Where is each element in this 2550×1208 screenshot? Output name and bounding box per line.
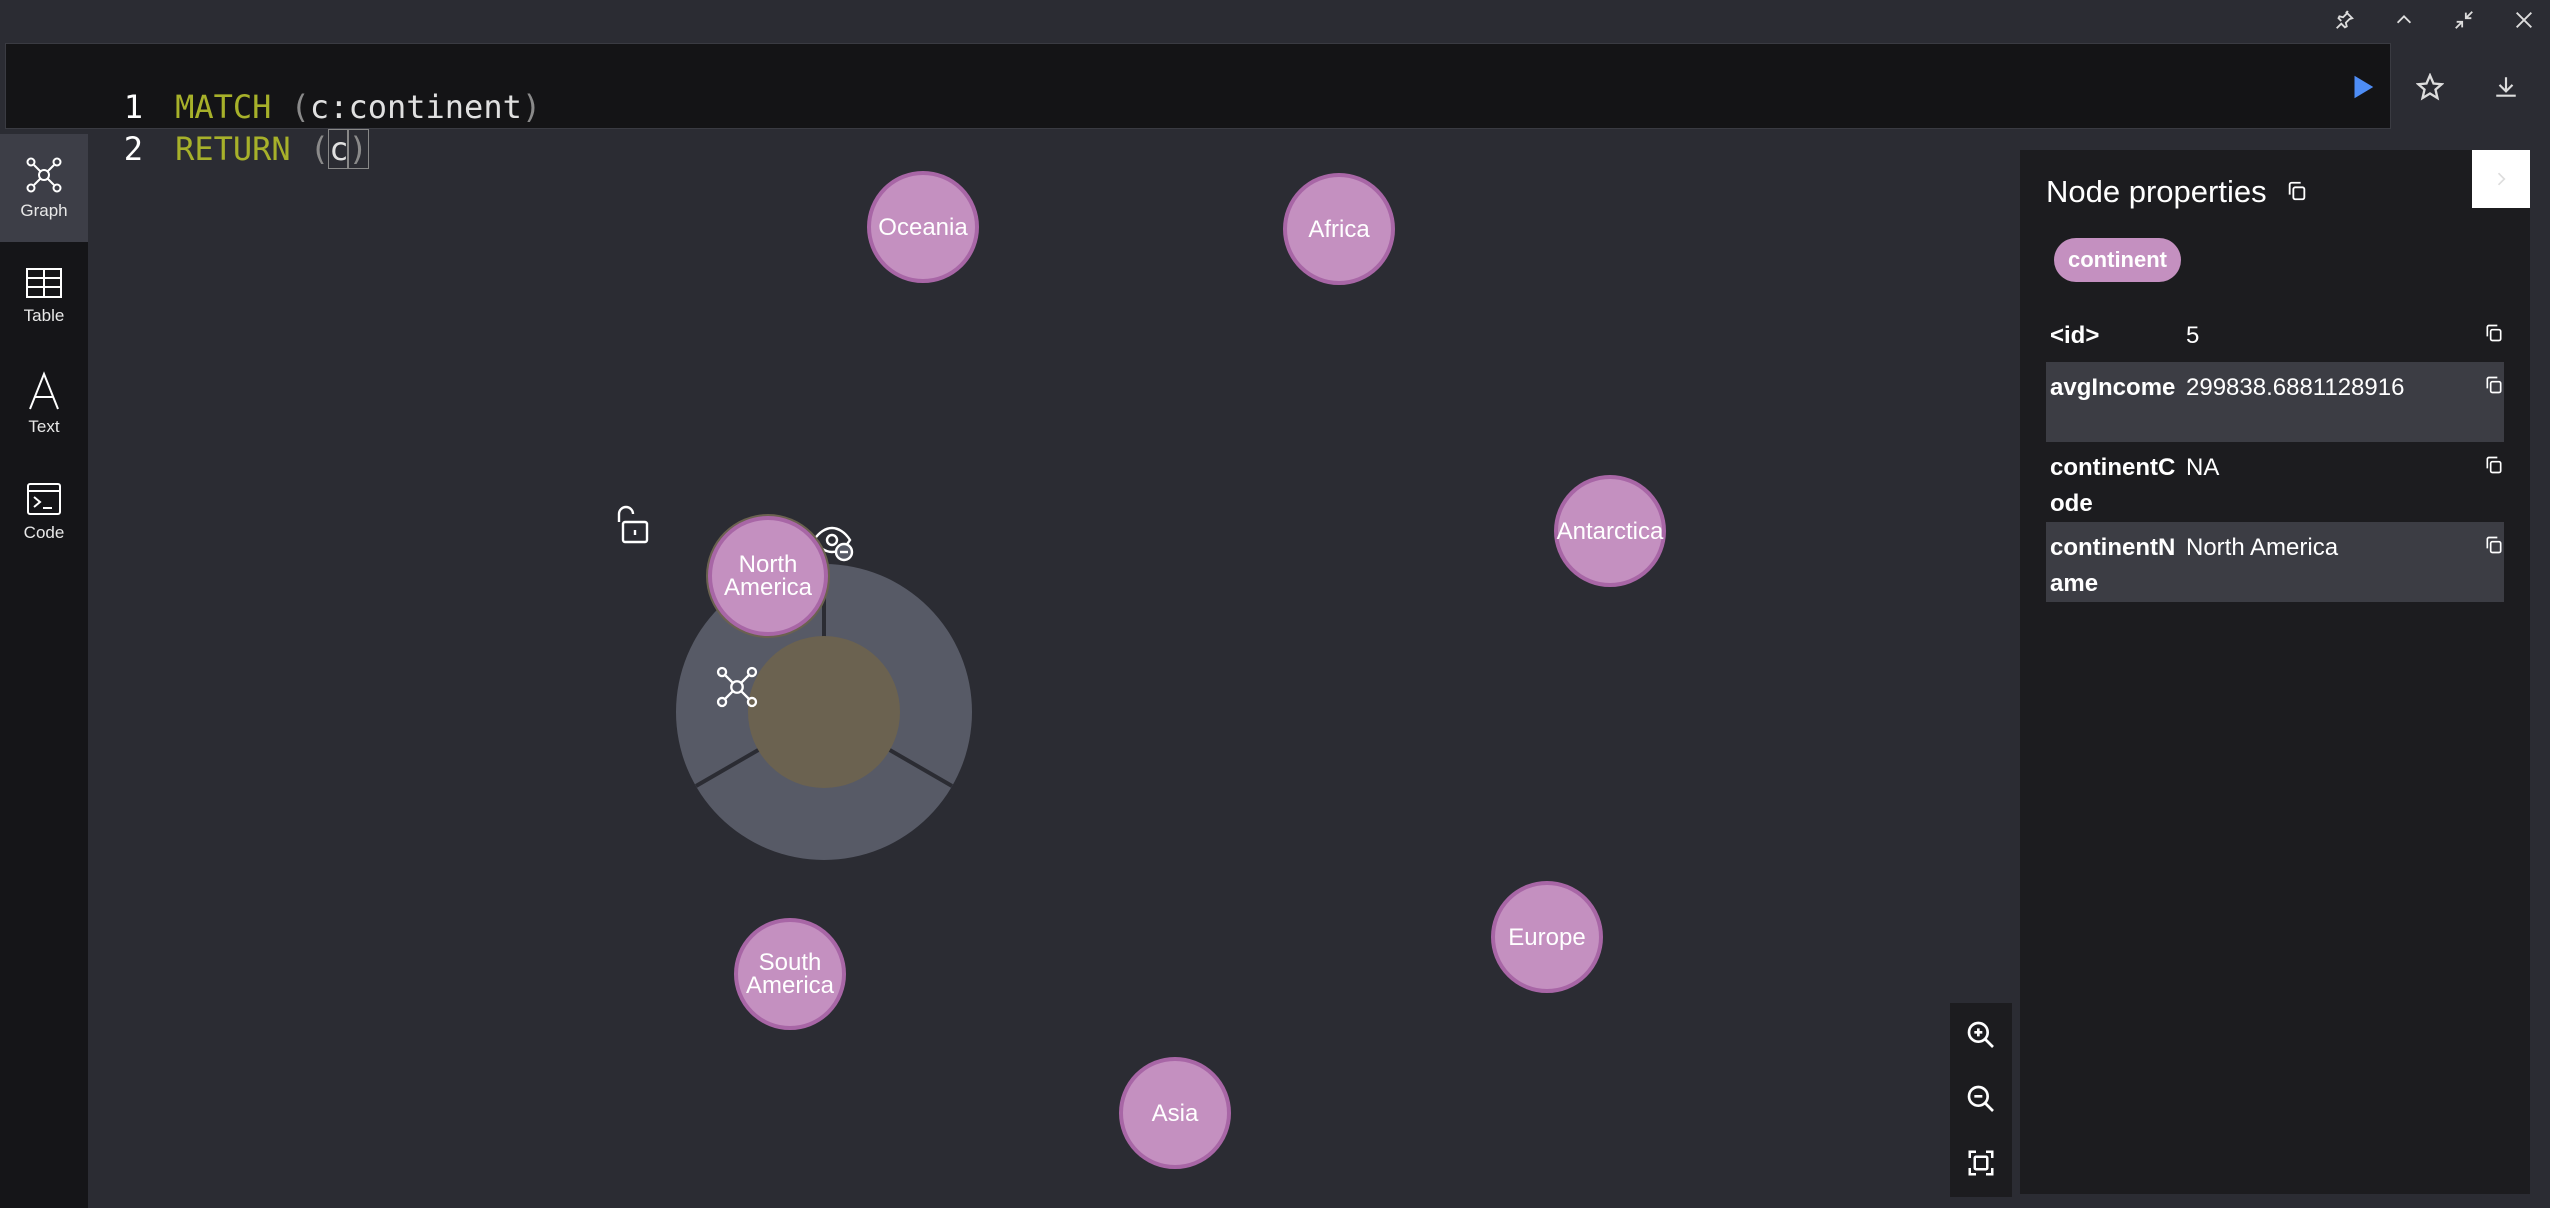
graph-node[interactable]: Africa [1283, 173, 1395, 285]
graph-node[interactable]: Asia [1119, 1057, 1231, 1169]
download-icon [2496, 77, 2516, 97]
sidebar-item-label: Table [23, 306, 65, 325]
chevron-up-icon [2396, 15, 2412, 24]
unlock-button[interactable] [610, 502, 654, 546]
sidebar-item-label: Text [28, 417, 60, 436]
zoom-in-icon [1967, 1021, 1994, 1048]
sidebar-item-code[interactable]: Code [0, 458, 88, 566]
minimize-arrows-icon [2455, 11, 2473, 29]
zoom-out-icon [1967, 1085, 1994, 1112]
property-key: avgIncome [2050, 374, 2176, 401]
query-editor[interactable]: 1 MATCH (c:continent) 2 RETURN (c) [5, 43, 2391, 169]
download-button[interactable] [2484, 65, 2528, 109]
text-icon [29, 371, 59, 410]
panel-title: Node properties [2046, 174, 2267, 209]
property-value: NA [2186, 454, 2220, 481]
copy-icon [2486, 456, 2502, 474]
graph-node[interactable]: Europe [1491, 881, 1603, 993]
property-value: 299838.6881128916 [2186, 374, 2405, 401]
property-value: 5 [2186, 322, 2200, 349]
star-icon [2416, 73, 2444, 101]
close-button[interactable] [2502, 4, 2546, 36]
sidebar-item-label: Code [23, 523, 65, 542]
graph-canvas[interactable]: Oceania Africa Antarctica North America … [88, 134, 2020, 1208]
property-key: continentCode [2050, 454, 2176, 517]
collapse-editor-button[interactable] [2382, 4, 2426, 36]
pin-icon [2336, 10, 2354, 29]
favorite-button[interactable] [2408, 65, 2452, 109]
close-icon [2516, 12, 2532, 28]
graph-node[interactable]: South America [734, 918, 846, 1030]
copy-all-button[interactable] [2286, 180, 2308, 207]
title-bar [0, 0, 2550, 40]
property-row: <id> 5 [2046, 310, 2504, 362]
copy-icon [2288, 181, 2306, 201]
collapse-panel-button[interactable] [2472, 150, 2530, 208]
sidebar-item-label: Graph [20, 201, 68, 220]
expand-node-button[interactable] [714, 664, 760, 710]
copy-icon [2486, 324, 2502, 342]
zoom-in-button[interactable] [1950, 1003, 2012, 1067]
property-key: <id> [2050, 322, 2100, 349]
graph-node[interactable]: Antarctica [1554, 475, 1666, 587]
unlock-icon [617, 505, 649, 544]
node-properties-panel: Node properties continent <id> 5 avgInco… [2020, 150, 2530, 1194]
fit-to-screen-button[interactable] [1950, 1131, 2012, 1195]
zoom-controls [1950, 1003, 2012, 1197]
graph-node-selected[interactable]: North America [708, 516, 828, 636]
editor-line: 2 RETURN (c) [6, 86, 369, 169]
property-value: North America [2186, 534, 2339, 561]
property-key: continentName [2050, 534, 2176, 597]
property-row: continentCode NA [2046, 442, 2504, 522]
table-icon [26, 268, 62, 298]
run-icon [2354, 75, 2374, 99]
copy-property-button[interactable] [2484, 322, 2504, 350]
minimize-button[interactable] [2442, 4, 2486, 36]
copy-icon [2486, 536, 2502, 554]
copy-property-button[interactable] [2484, 374, 2504, 402]
view-sidebar: Graph Table Text Code [0, 134, 88, 1208]
fit-screen-icon [1968, 1150, 1994, 1176]
editor-line: 1 MATCH (c:continent) [6, 44, 541, 126]
copy-icon [2486, 376, 2502, 394]
property-list: <id> 5 avgIncome 299838.6881128916 conti… [2046, 310, 2530, 602]
sidebar-item-table[interactable]: Table [0, 242, 88, 350]
code-icon [27, 483, 61, 515]
editor-actions [2320, 43, 2550, 129]
chevron-right-icon [2497, 172, 2506, 186]
sidebar-item-graph[interactable]: Graph [0, 134, 88, 242]
run-button[interactable] [2340, 65, 2384, 109]
copy-property-button[interactable] [2484, 454, 2504, 482]
pin-button[interactable] [2322, 4, 2366, 36]
graph-icon [26, 157, 62, 193]
sidebar-item-text[interactable]: Text [0, 350, 88, 458]
label-tag[interactable]: continent [2054, 238, 2181, 282]
close-paren: ) [521, 88, 542, 126]
property-row: continentName North America [2046, 522, 2504, 602]
property-row: avgIncome 299838.6881128916 [2046, 362, 2504, 442]
graph-node[interactable]: Oceania [867, 171, 979, 283]
expand-graph-icon [716, 666, 758, 708]
zoom-out-button[interactable] [1950, 1067, 2012, 1131]
copy-property-button[interactable] [2484, 534, 2504, 562]
